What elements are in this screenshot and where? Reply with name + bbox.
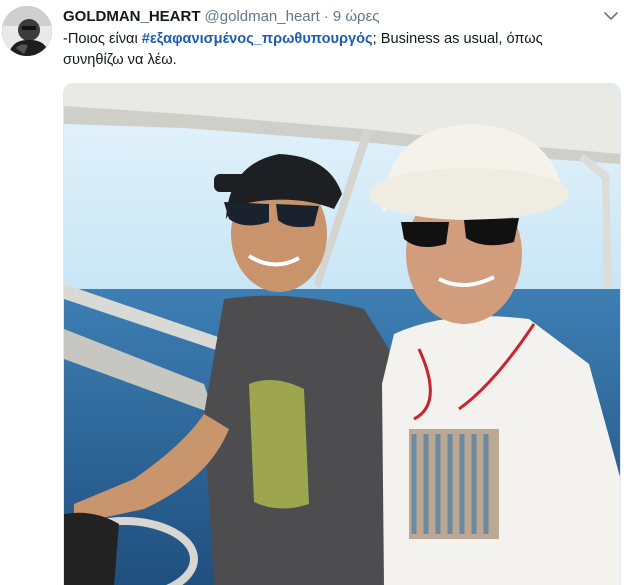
tweet-card: GOLDMAN_HEART @goldman_heart · 9 ώρες -Ποιο… xyxy=(0,0,629,585)
tweet-text-part: -Ποιος είναι xyxy=(63,31,142,47)
avatar[interactable] xyxy=(2,6,52,56)
boat-photo xyxy=(64,84,620,585)
tweet-header: GOLDMAN_HEART @goldman_heart · 9 ώρες xyxy=(63,7,379,27)
avatar-photo xyxy=(2,6,52,56)
tweet-photo[interactable] xyxy=(63,83,621,585)
display-name[interactable]: GOLDMAN_HEART xyxy=(63,8,201,25)
chevron-down-icon[interactable] xyxy=(603,8,619,24)
hashtag-link[interactable]: #εξαφανισμένος_πρωθυπουργός xyxy=(142,31,373,47)
separator-dot: · xyxy=(323,8,329,25)
timestamp[interactable]: 9 ώρες xyxy=(333,8,380,25)
user-handle[interactable]: @goldman_heart xyxy=(205,8,320,25)
tweet-text: -Ποιος είναι #εξαφανισμένος_πρωθυπουργός… xyxy=(63,29,603,70)
